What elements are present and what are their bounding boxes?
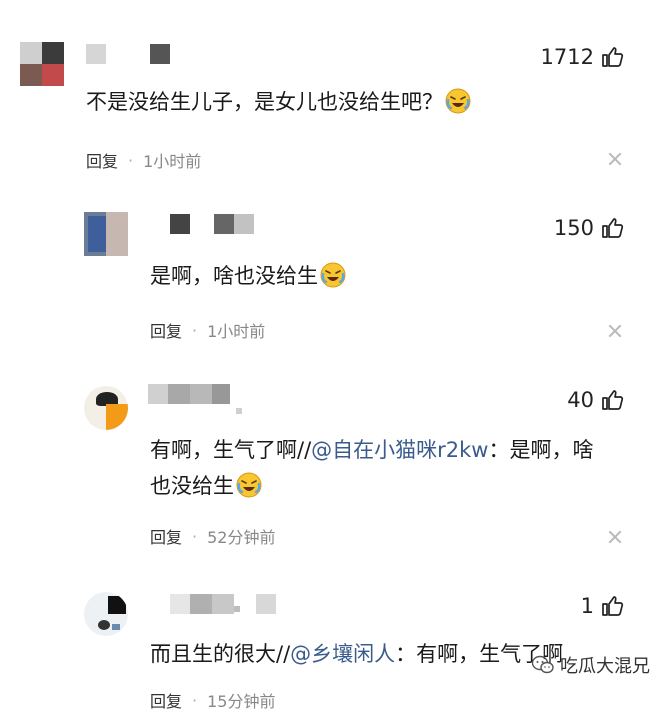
reply-button[interactable]: 回复: [150, 318, 182, 342]
watermark-text: 吃瓜大混兄: [560, 656, 650, 677]
mention-link[interactable]: @自在小猫咪r2kw: [311, 438, 488, 462]
like-count-value: 150: [553, 216, 594, 240]
meta-separator: ·: [128, 150, 134, 170]
like-count[interactable]: 1712: [541, 45, 624, 69]
watermark: 吃瓜大混兄: [532, 652, 650, 678]
avatar[interactable]: [84, 592, 128, 636]
avatar[interactable]: [84, 386, 128, 430]
comment-text: 是啊，啥也没给生: [150, 258, 346, 294]
comment-text-content: ：是啊，啥: [488, 438, 594, 462]
like-count-value: 40: [567, 388, 594, 412]
wechat-logo-icon: [532, 655, 554, 674]
like-count[interactable]: 40: [567, 388, 624, 412]
close-icon[interactable]: [608, 530, 622, 544]
reply-button[interactable]: 回复: [150, 524, 182, 548]
reply-button[interactable]: 回复: [86, 148, 118, 172]
comment-text-line-1: 有啊，生气了啊//@自在小猫咪r2kw：是啊，啥: [150, 432, 640, 468]
thumbs-up-icon[interactable]: [600, 594, 624, 618]
comment-meta: 回复 · 1小时前: [86, 148, 201, 172]
crying-laughing-emoji-icon: [320, 262, 346, 288]
like-count-value: 1712: [540, 45, 594, 69]
comment-text-content: 而且生的很大//: [150, 642, 291, 666]
comment-text-content: 有啊，生气了啊//: [150, 438, 312, 462]
comment-time: 1小时前: [207, 322, 266, 341]
like-count[interactable]: 150: [554, 216, 624, 240]
comment-meta: 回复 · 15分钟前: [150, 688, 275, 712]
comment-meta: 回复 · 52分钟前: [150, 524, 275, 548]
crying-laughing-emoji-icon: [445, 88, 471, 114]
comment-text: 不是没给生儿子，是女儿也没给生吧？: [86, 84, 471, 120]
meta-separator: ·: [192, 320, 198, 340]
crying-laughing-emoji-icon: [236, 472, 262, 498]
comment-time: 1小时前: [143, 152, 202, 171]
comment-text-line-2: 也没给生: [150, 468, 640, 504]
meta-separator: ·: [192, 690, 198, 710]
comment-text-content: 是啊，啥也没给生: [150, 264, 318, 288]
comment-meta: 回复 · 1小时前: [150, 318, 265, 342]
avatar[interactable]: [20, 42, 64, 86]
thumbs-up-icon[interactable]: [600, 216, 624, 240]
thumbs-up-icon[interactable]: [600, 388, 624, 412]
avatar[interactable]: [84, 212, 128, 256]
comment-time: 15分钟前: [207, 692, 276, 711]
comment-time: 52分钟前: [207, 528, 276, 547]
close-icon[interactable]: [608, 324, 622, 338]
like-count[interactable]: 1: [581, 594, 624, 618]
comment-text: 有啊，生气了啊//@自在小猫咪r2kw：是啊，啥 也没给生: [150, 432, 640, 504]
meta-separator: ·: [192, 526, 198, 546]
reply-button[interactable]: 回复: [150, 688, 182, 712]
close-icon[interactable]: [608, 152, 622, 166]
like-count-value: 1: [580, 594, 594, 618]
mention-link[interactable]: @乡壤闲人: [290, 642, 395, 666]
comment-text-content: 不是没给生儿子，是女儿也没给生吧？: [86, 90, 443, 114]
thumbs-up-icon[interactable]: [600, 45, 624, 69]
comment-text-content: 也没给生: [150, 474, 234, 498]
